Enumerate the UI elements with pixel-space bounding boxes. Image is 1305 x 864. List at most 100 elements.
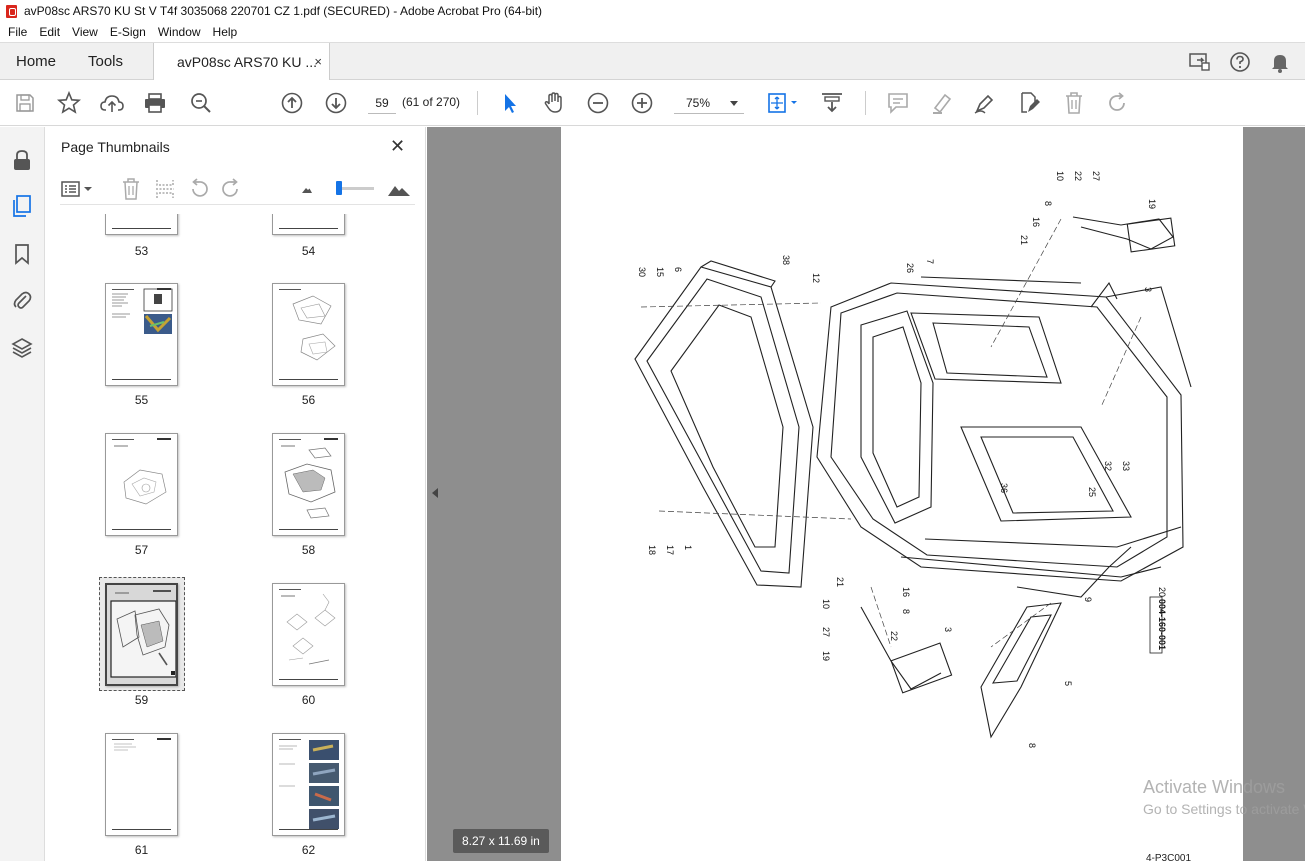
callout-number: 8 — [1043, 201, 1053, 206]
callout-number: 19 — [1147, 199, 1157, 209]
previous-page-icon[interactable] — [280, 91, 304, 115]
zoom-level-value: 75% — [686, 96, 711, 110]
page-thumbnail-selected[interactable] — [105, 583, 178, 686]
tab-home[interactable]: Home — [16, 53, 56, 70]
menu-esign[interactable]: E-Sign — [110, 25, 146, 39]
callout-number: 19 — [821, 651, 831, 661]
callout-number: 25 — [1087, 487, 1097, 497]
attachments-paperclip-icon[interactable] — [11, 289, 33, 311]
edit-pdf-icon[interactable] — [1017, 91, 1041, 115]
comment-icon[interactable] — [886, 91, 910, 115]
highlight-pen-icon[interactable] — [930, 91, 954, 115]
bookmark-star-icon[interactable] — [57, 91, 81, 115]
small-mountain-icon[interactable] — [296, 178, 318, 200]
panel-close-button[interactable]: ✕ — [390, 136, 405, 157]
tab-bar: Home Tools avP08sc ARS70 KU ... × — [0, 42, 1305, 81]
collapse-panel-arrow-icon[interactable] — [432, 488, 438, 498]
callout-number: 17 — [665, 545, 675, 555]
next-page-icon[interactable] — [324, 91, 348, 115]
menu-view[interactable]: View — [72, 25, 98, 39]
thumbnail-size-slider-handle[interactable] — [336, 181, 342, 195]
page-count: (61 of 270) — [402, 95, 461, 109]
callout-number: 15 — [655, 267, 665, 277]
callout-number: 3 — [943, 627, 953, 632]
upload-cloud-icon[interactable] — [100, 91, 124, 115]
menu-window[interactable]: Window — [158, 25, 201, 39]
callout-number: 5 — [1063, 681, 1073, 686]
callout-number: 8 — [1027, 743, 1037, 748]
windows-activation-watermark: Activate Windows — [1143, 777, 1286, 797]
page-thumbnail[interactable] — [105, 733, 178, 836]
page-thumbnails-panel: Page Thumbnails ✕ 53 54 55 56 57 58 59 6… — [46, 127, 465, 861]
acrobat-pdf-icon — [6, 4, 17, 18]
callout-number: 20 — [1157, 587, 1167, 597]
callout-labels: 10 22 27 19 8 16 21 3 30 15 6 26 7 12 38… — [637, 171, 1167, 748]
delete-trash-icon[interactable] — [1062, 91, 1086, 115]
callout-number: 22 — [1073, 171, 1083, 181]
save-icon[interactable] — [13, 91, 37, 115]
toolbar-divider — [865, 91, 866, 115]
delete-page-icon[interactable] — [120, 178, 142, 200]
page-thumbnail[interactable] — [272, 214, 345, 235]
pdf-page[interactable]: 10 22 27 19 8 16 21 3 30 15 6 26 7 12 38… — [561, 127, 1243, 861]
find-zoom-icon[interactable] — [189, 91, 213, 115]
zoom-level-select[interactable]: 75% — [674, 92, 744, 114]
zoom-out-icon[interactable] — [586, 91, 610, 115]
page-thumbnail[interactable] — [272, 433, 345, 536]
menu-file[interactable]: File — [8, 25, 27, 39]
callout-number: 16 — [1031, 217, 1041, 227]
large-mountain-icon[interactable] — [386, 178, 412, 200]
window-title: avP08sc ARS70 KU St V T4f 3035068 220701… — [24, 4, 543, 18]
tab-document-label: avP08sc ARS70 KU ... — [177, 54, 318, 70]
thumbnail-label: 53 — [134, 244, 149, 258]
callout-number: 1 — [683, 545, 693, 550]
notifications-bell-icon[interactable] — [1269, 51, 1291, 73]
page-thumbnails-icon[interactable] — [11, 195, 33, 217]
callout-number: 22 — [889, 631, 899, 641]
hand-tool-icon[interactable] — [542, 91, 566, 115]
callout-number: 12 — [811, 273, 821, 283]
page-thumbnail[interactable] — [272, 283, 345, 386]
page-footer-code: 4-P3C001 — [1146, 853, 1192, 864]
select-cursor-icon[interactable] — [498, 91, 522, 115]
page-thumbnail[interactable] — [105, 214, 178, 235]
lock-security-icon[interactable] — [11, 149, 33, 171]
menu-edit[interactable]: Edit — [39, 25, 60, 39]
callout-number: 6 — [673, 267, 683, 272]
page-number-input[interactable]: 59 — [368, 92, 396, 114]
tab-tools[interactable]: Tools — [88, 53, 123, 70]
thumbnail-label: 61 — [134, 843, 149, 857]
draw-pen-icon[interactable] — [973, 91, 997, 115]
thumbnail-label: 59 — [134, 693, 149, 707]
thumbnail-toolbar — [60, 175, 415, 205]
fit-page-icon[interactable] — [766, 91, 800, 115]
share-screen-icon[interactable] — [1189, 51, 1211, 73]
rotate-left-icon[interactable] — [188, 178, 210, 200]
tab-document[interactable]: avP08sc ARS70 KU ... × — [153, 43, 330, 81]
callout-number: 18 — [647, 545, 657, 555]
thumbnail-label: 54 — [301, 244, 316, 258]
rotate-right-icon[interactable] — [220, 178, 242, 200]
help-icon[interactable] — [1229, 51, 1251, 73]
panel-title: Page Thumbnails — [61, 139, 170, 155]
zoom-in-icon[interactable] — [630, 91, 654, 115]
page-thumbnail[interactable] — [272, 583, 345, 686]
callout-number: 9 — [1083, 597, 1093, 602]
thumbnail-options-icon[interactable] — [60, 178, 94, 200]
page-size-badge: 8.27 x 11.69 in — [453, 829, 549, 853]
scroll-mode-icon[interactable] — [820, 91, 844, 115]
redo-rotate-icon[interactable] — [1105, 91, 1129, 115]
bookmarks-icon[interactable] — [11, 243, 33, 265]
thumbnail-label: 56 — [301, 393, 316, 407]
extract-page-icon[interactable] — [154, 178, 176, 200]
page-thumbnail[interactable] — [105, 433, 178, 536]
page-thumbnail[interactable] — [105, 283, 178, 386]
callout-number: 30 — [637, 267, 647, 277]
print-icon[interactable] — [143, 91, 167, 115]
layers-icon[interactable] — [11, 337, 33, 359]
callout-number: 27 — [1091, 171, 1101, 181]
menu-help[interactable]: Help — [213, 25, 238, 39]
page-thumbnail[interactable] — [272, 733, 345, 836]
tab-close-button[interactable]: × — [314, 54, 322, 69]
navigation-rail — [0, 127, 45, 861]
